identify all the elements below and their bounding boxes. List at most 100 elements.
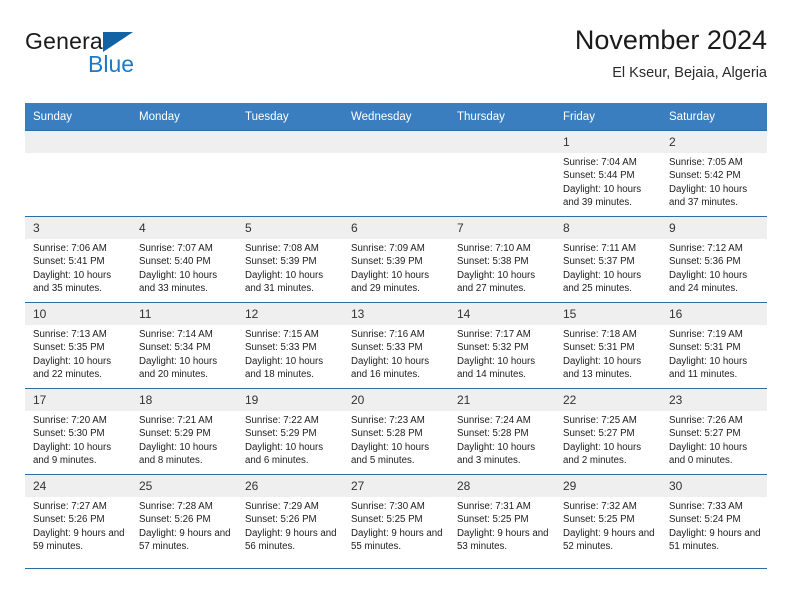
calendar-day-cell[interactable]: 28 Sunrise: 7:31 AM Sunset: 5:25 PM Dayligh… <box>449 474 555 560</box>
sunset-text: Sunset: 5:33 PM <box>245 342 317 354</box>
day-sun-info: Sunrise: 7:14 AM Sunset: 5:34 PM Daylight:… <box>131 325 237 382</box>
weekday-header-row: Sunday Monday Tuesday Wednesday Thursday… <box>25 103 767 131</box>
day-number: 28 <box>449 475 555 497</box>
calendar-day-cell[interactable]: 5 Sunrise: 7:08 AM Sunset: 5:39 PM Daylight… <box>237 216 343 303</box>
calendar-day-cell[interactable]: 30 Sunrise: 7:33 AM Sunset: 5:24 PM Dayligh… <box>661 474 767 560</box>
calendar-day-cell[interactable]: 18 Sunrise: 7:21 AM Sunset: 5:29 PM Dayligh… <box>131 388 237 475</box>
sunrise-text: Sunrise: 7:12 AM <box>669 243 743 254</box>
day-number: 9 <box>661 217 767 239</box>
sunrise-text: Sunrise: 7:25 AM <box>563 415 637 426</box>
daylight-text: Daylight: 9 hours and 52 minutes. <box>563 527 655 553</box>
calendar-day-cell[interactable]: 1 Sunrise: 7:04 AM Sunset: 5:44 PM Daylight… <box>555 130 661 217</box>
sunrise-text: Sunrise: 7:16 AM <box>351 329 425 340</box>
calendar-day-cell[interactable]: 21 Sunrise: 7:24 AM Sunset: 5:28 PM Dayligh… <box>449 388 555 475</box>
calendar-week-row: 24 Sunrise: 7:27 AM Sunset: 5:26 PM Dayligh… <box>25 474 767 560</box>
sunset-text: Sunset: 5:26 PM <box>139 514 211 526</box>
calendar-day-cell[interactable]: 27 Sunrise: 7:30 AM Sunset: 5:25 PM Dayligh… <box>343 474 449 560</box>
day-sun-info: Sunrise: 7:30 AM Sunset: 5:25 PM Daylight:… <box>343 497 449 554</box>
daylight-text: Daylight: 9 hours and 55 minutes. <box>351 527 443 553</box>
calendar-day-cell[interactable]: 8 Sunrise: 7:11 AM Sunset: 5:37 PM Daylight… <box>555 216 661 303</box>
daylight-text: Daylight: 9 hours and 53 minutes. <box>457 527 549 553</box>
sunset-text: Sunset: 5:29 PM <box>139 428 211 440</box>
day-number: 16 <box>661 303 767 325</box>
calendar-day-cell[interactable]: 16 Sunrise: 7:19 AM Sunset: 5:31 PM Dayligh… <box>661 302 767 389</box>
sunrise-text: Sunrise: 7:17 AM <box>457 329 531 340</box>
day-sun-info: Sunrise: 7:28 AM Sunset: 5:26 PM Daylight:… <box>131 497 237 554</box>
sunset-text: Sunset: 5:40 PM <box>139 256 211 268</box>
day-sun-info: Sunrise: 7:25 AM Sunset: 5:27 PM Daylight:… <box>555 411 661 468</box>
weekday-header: Sunday Monday Tuesday Wednesday Thursday… <box>25 103 767 131</box>
daylight-text: Daylight: 10 hours and 18 minutes. <box>245 355 324 381</box>
day-sun-info: Sunrise: 7:04 AM Sunset: 5:44 PM Daylight:… <box>555 153 661 210</box>
calendar-day-cell[interactable]: 26 Sunrise: 7:29 AM Sunset: 5:26 PM Dayligh… <box>237 474 343 560</box>
calendar-day-cell[interactable]: 25 Sunrise: 7:28 AM Sunset: 5:26 PM Dayligh… <box>131 474 237 560</box>
sunrise-text: Sunrise: 7:23 AM <box>351 415 425 426</box>
day-number: 4 <box>131 217 237 239</box>
sunrise-text: Sunrise: 7:29 AM <box>245 501 319 512</box>
daylight-text: Daylight: 10 hours and 16 minutes. <box>351 355 430 381</box>
page-title: November 2024 <box>574 25 767 55</box>
day-number: 23 <box>661 389 767 411</box>
daylight-text: Daylight: 10 hours and 13 minutes. <box>563 355 642 381</box>
calendar-day-cell[interactable]: 19 Sunrise: 7:22 AM Sunset: 5:29 PM Dayligh… <box>237 388 343 475</box>
calendar-day-cell[interactable]: 20 Sunrise: 7:23 AM Sunset: 5:28 PM Dayligh… <box>343 388 449 475</box>
day-number: 19 <box>237 389 343 411</box>
calendar-week-row: 10 Sunrise: 7:13 AM Sunset: 5:35 PM Dayligh… <box>25 302 767 389</box>
calendar-day-cell-empty <box>343 130 449 217</box>
daylight-text: Daylight: 9 hours and 57 minutes. <box>139 527 231 553</box>
calendar-day-cell[interactable]: 13 Sunrise: 7:16 AM Sunset: 5:33 PM Dayligh… <box>343 302 449 389</box>
day-sun-info: Sunrise: 7:29 AM Sunset: 5:26 PM Daylight:… <box>237 497 343 554</box>
sunrise-text: Sunrise: 7:05 AM <box>669 157 743 168</box>
day-number: 18 <box>131 389 237 411</box>
daylight-text: Daylight: 10 hours and 22 minutes. <box>33 355 112 381</box>
daylight-text: Daylight: 10 hours and 5 minutes. <box>351 441 430 467</box>
location-subtitle: El Kseur, Bejaia, Algeria <box>612 65 767 81</box>
daylight-text: Daylight: 10 hours and 11 minutes. <box>669 355 748 381</box>
day-number: 26 <box>237 475 343 497</box>
calendar-day-cell-empty <box>131 130 237 217</box>
calendar-day-cell[interactable]: 14 Sunrise: 7:17 AM Sunset: 5:32 PM Dayligh… <box>449 302 555 389</box>
daylight-text: Daylight: 10 hours and 3 minutes. <box>457 441 536 467</box>
calendar-day-cell-empty <box>237 130 343 217</box>
sunrise-text: Sunrise: 7:30 AM <box>351 501 425 512</box>
daylight-text: Daylight: 10 hours and 8 minutes. <box>139 441 218 467</box>
calendar-day-cell[interactable]: 3 Sunrise: 7:06 AM Sunset: 5:41 PM Daylight… <box>25 216 131 303</box>
calendar-day-cell[interactable]: 12 Sunrise: 7:15 AM Sunset: 5:33 PM Dayligh… <box>237 302 343 389</box>
calendar-day-cell[interactable]: 24 Sunrise: 7:27 AM Sunset: 5:26 PM Dayligh… <box>25 474 131 560</box>
sunrise-text: Sunrise: 7:15 AM <box>245 329 319 340</box>
sunrise-text: Sunrise: 7:11 AM <box>563 243 637 254</box>
calendar-body: 1 Sunrise: 7:04 AM Sunset: 5:44 PM Daylight… <box>25 130 767 560</box>
day-number <box>343 131 449 153</box>
day-number: 1 <box>555 131 661 153</box>
calendar-day-cell[interactable]: 17 Sunrise: 7:20 AM Sunset: 5:30 PM Dayligh… <box>25 388 131 475</box>
sunrise-text: Sunrise: 7:31 AM <box>457 501 531 512</box>
brand-name-bottom: Blue <box>88 51 135 77</box>
calendar-day-cell[interactable]: 22 Sunrise: 7:25 AM Sunset: 5:27 PM Dayligh… <box>555 388 661 475</box>
sunrise-text: Sunrise: 7:18 AM <box>563 329 637 340</box>
calendar-week-row: 1 Sunrise: 7:04 AM Sunset: 5:44 PM Daylight… <box>25 130 767 217</box>
sunset-text: Sunset: 5:44 PM <box>563 170 635 182</box>
day-number: 3 <box>25 217 131 239</box>
brand-logo[interactable]: General Blue <box>25 28 165 86</box>
weekday-header-saturday: Saturday <box>661 103 767 131</box>
sunrise-text: Sunrise: 7:20 AM <box>33 415 107 426</box>
calendar-day-cell[interactable]: 10 Sunrise: 7:13 AM Sunset: 5:35 PM Dayligh… <box>25 302 131 389</box>
day-sun-info: Sunrise: 7:11 AM Sunset: 5:37 PM Daylight:… <box>555 239 661 296</box>
calendar-day-cell[interactable]: 4 Sunrise: 7:07 AM Sunset: 5:40 PM Daylight… <box>131 216 237 303</box>
sunset-text: Sunset: 5:28 PM <box>351 428 423 440</box>
calendar-day-cell[interactable]: 29 Sunrise: 7:32 AM Sunset: 5:25 PM Dayligh… <box>555 474 661 560</box>
calendar-day-cell[interactable]: 11 Sunrise: 7:14 AM Sunset: 5:34 PM Dayligh… <box>131 302 237 389</box>
title-block: November 2024 El Kseur, Bejaia, Algeria <box>575 24 767 83</box>
sunset-text: Sunset: 5:39 PM <box>351 256 423 268</box>
calendar-day-cell[interactable]: 2 Sunrise: 7:05 AM Sunset: 5:42 PM Daylight… <box>661 130 767 217</box>
sunset-text: Sunset: 5:36 PM <box>669 256 741 268</box>
day-number: 29 <box>555 475 661 497</box>
day-number: 8 <box>555 217 661 239</box>
daylight-text: Daylight: 10 hours and 31 minutes. <box>245 269 324 295</box>
calendar-day-cell[interactable]: 7 Sunrise: 7:10 AM Sunset: 5:38 PM Daylight… <box>449 216 555 303</box>
sunset-text: Sunset: 5:34 PM <box>139 342 211 354</box>
calendar-day-cell[interactable]: 6 Sunrise: 7:09 AM Sunset: 5:39 PM Daylight… <box>343 216 449 303</box>
calendar-day-cell[interactable]: 15 Sunrise: 7:18 AM Sunset: 5:31 PM Dayligh… <box>555 302 661 389</box>
calendar-day-cell[interactable]: 9 Sunrise: 7:12 AM Sunset: 5:36 PM Daylight… <box>661 216 767 303</box>
calendar-day-cell[interactable]: 23 Sunrise: 7:26 AM Sunset: 5:27 PM Dayligh… <box>661 388 767 475</box>
